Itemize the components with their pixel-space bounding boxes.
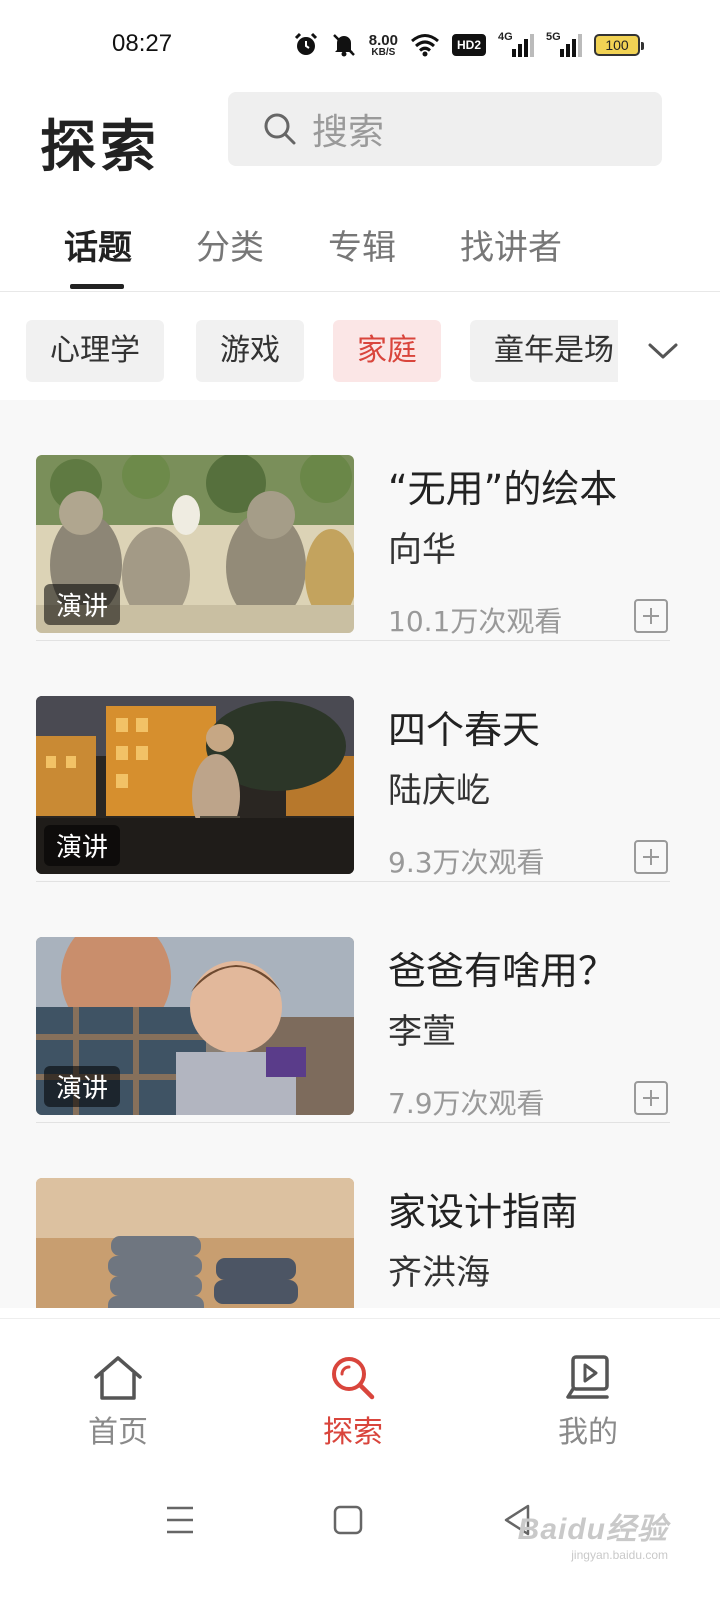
watermark-brand: Baidu经验 [517,1513,668,1546]
net-speed-value: 8.00 [368,31,398,49]
search-icon [264,113,296,145]
talk-title[interactable]: “无用”的绘本 [388,458,617,513]
list-item[interactable]: 演讲 “无用”的绘本 向华 10.1万次观看 [0,400,720,641]
net-speed-unit: KB/S [371,46,396,58]
net-speed: 8.00 KB/S [369,31,398,59]
tab-categories[interactable]: 分类 [196,220,264,269]
home-square-icon[interactable] [328,1500,368,1540]
chevron-down-icon[interactable] [646,336,680,366]
talk-thumbnail[interactable]: 演讲 [36,937,354,1115]
nav-mine-label: 我的 [558,1415,618,1450]
tab-topics[interactable]: 话题 [64,220,132,269]
talk-title[interactable]: 爸爸有啥用？ [388,940,616,995]
header: 探索 搜索 [0,90,720,200]
talk-speaker[interactable]: 李萱 [388,1004,456,1053]
talk-thumbnail[interactable] [36,1178,354,1308]
nav-home[interactable]: 首页 [58,1353,178,1451]
page-title: 探索 [40,114,160,180]
signal-4g-label: 4G [498,31,513,43]
watermark-url: jingyan.baidu.com [571,1548,668,1562]
add-to-list-button[interactable] [634,599,668,633]
nav-explore-label: 探索 [323,1415,383,1450]
talk-speaker[interactable]: 齐洪海 [388,1245,490,1294]
chip-childhood[interactable]: 童年是场 [470,320,618,382]
talk-views: 9.3万次观看 [388,846,545,879]
my-videos-icon [566,1355,609,1399]
talk-list: 演讲 “无用”的绘本 向华 10.1万次观看 演讲 四个春天 陆庆屹 9.3万次… [0,400,720,1308]
talk-badge: 演讲 [44,584,121,625]
chip-psychology[interactable]: 心理学 [26,320,164,382]
alarm-icon [293,31,319,59]
status-time: 08:27 [112,30,173,57]
home-icon [94,1356,142,1400]
add-to-list-button[interactable] [634,1081,668,1115]
talk-thumbnail[interactable]: 演讲 [36,455,354,633]
signal-5g-label: 5G [546,31,561,43]
chip-family[interactable]: 家庭 [333,320,441,382]
search-placeholder: 搜索 [312,112,385,153]
system-nav-bar: Baidu经验 jingyan.baidu.com [0,1470,720,1600]
battery-level: 100 [605,37,629,53]
list-item[interactable]: 演讲 爸爸有啥用？ 李萱 7.9万次观看 [0,882,720,1123]
talk-speaker[interactable]: 向华 [388,522,456,571]
talk-thumbnail[interactable]: 演讲 [36,696,354,874]
list-item[interactable]: 演讲 四个春天 陆庆屹 9.3万次观看 [0,641,720,882]
wifi-icon [410,31,440,59]
chip-childhood-clip: 童年是场 [470,320,618,382]
list-item[interactable]: 家设计指南 齐洪海 [0,1123,720,1308]
bottom-nav: 首页 探索 我的 [0,1318,720,1470]
topic-chips: 心理学 游戏 家庭 童年是场 [0,292,720,400]
nav-explore[interactable]: 探索 [293,1353,413,1451]
nav-home-label: 首页 [88,1415,148,1450]
talk-title[interactable]: 家设计指南 [388,1181,578,1236]
status-icons: 8.00 KB/S HD2 4G 5G 100 [293,30,644,60]
battery-icon: 100 [594,34,644,56]
menu-icon[interactable] [160,1500,200,1540]
talk-badge: 演讲 [44,825,121,866]
talk-title[interactable]: 四个春天 [388,699,540,754]
nav-mine[interactable]: 我的 [528,1353,648,1451]
signal-4g-icon: 4G [498,31,534,57]
watermark: Baidu经验 jingyan.baidu.com [518,1504,668,1562]
mute-icon [331,31,357,59]
tab-bar: 话题 分类 专辑 找讲者 [0,200,720,292]
talk-speaker[interactable]: 陆庆屹 [388,763,490,812]
talk-badge: 演讲 [44,1066,121,1107]
home-design-thumbnail-image [36,1178,354,1308]
tab-albums[interactable]: 专辑 [328,220,396,269]
add-to-list-button[interactable] [634,840,668,874]
tab-underline [70,284,124,289]
tab-speakers[interactable]: 找讲者 [460,220,562,269]
hd-icon: HD2 [451,34,486,56]
search-input[interactable]: 搜索 [228,92,662,166]
signal-5g-icon: 5G [546,31,582,57]
talk-views: 7.9万次观看 [388,1087,545,1120]
search-icon [332,1357,375,1400]
status-bar: 08:27 8.00 KB/S HD2 4G 5G 100 [0,0,720,90]
chip-games[interactable]: 游戏 [196,320,304,382]
talk-views: 10.1万次观看 [388,605,563,638]
